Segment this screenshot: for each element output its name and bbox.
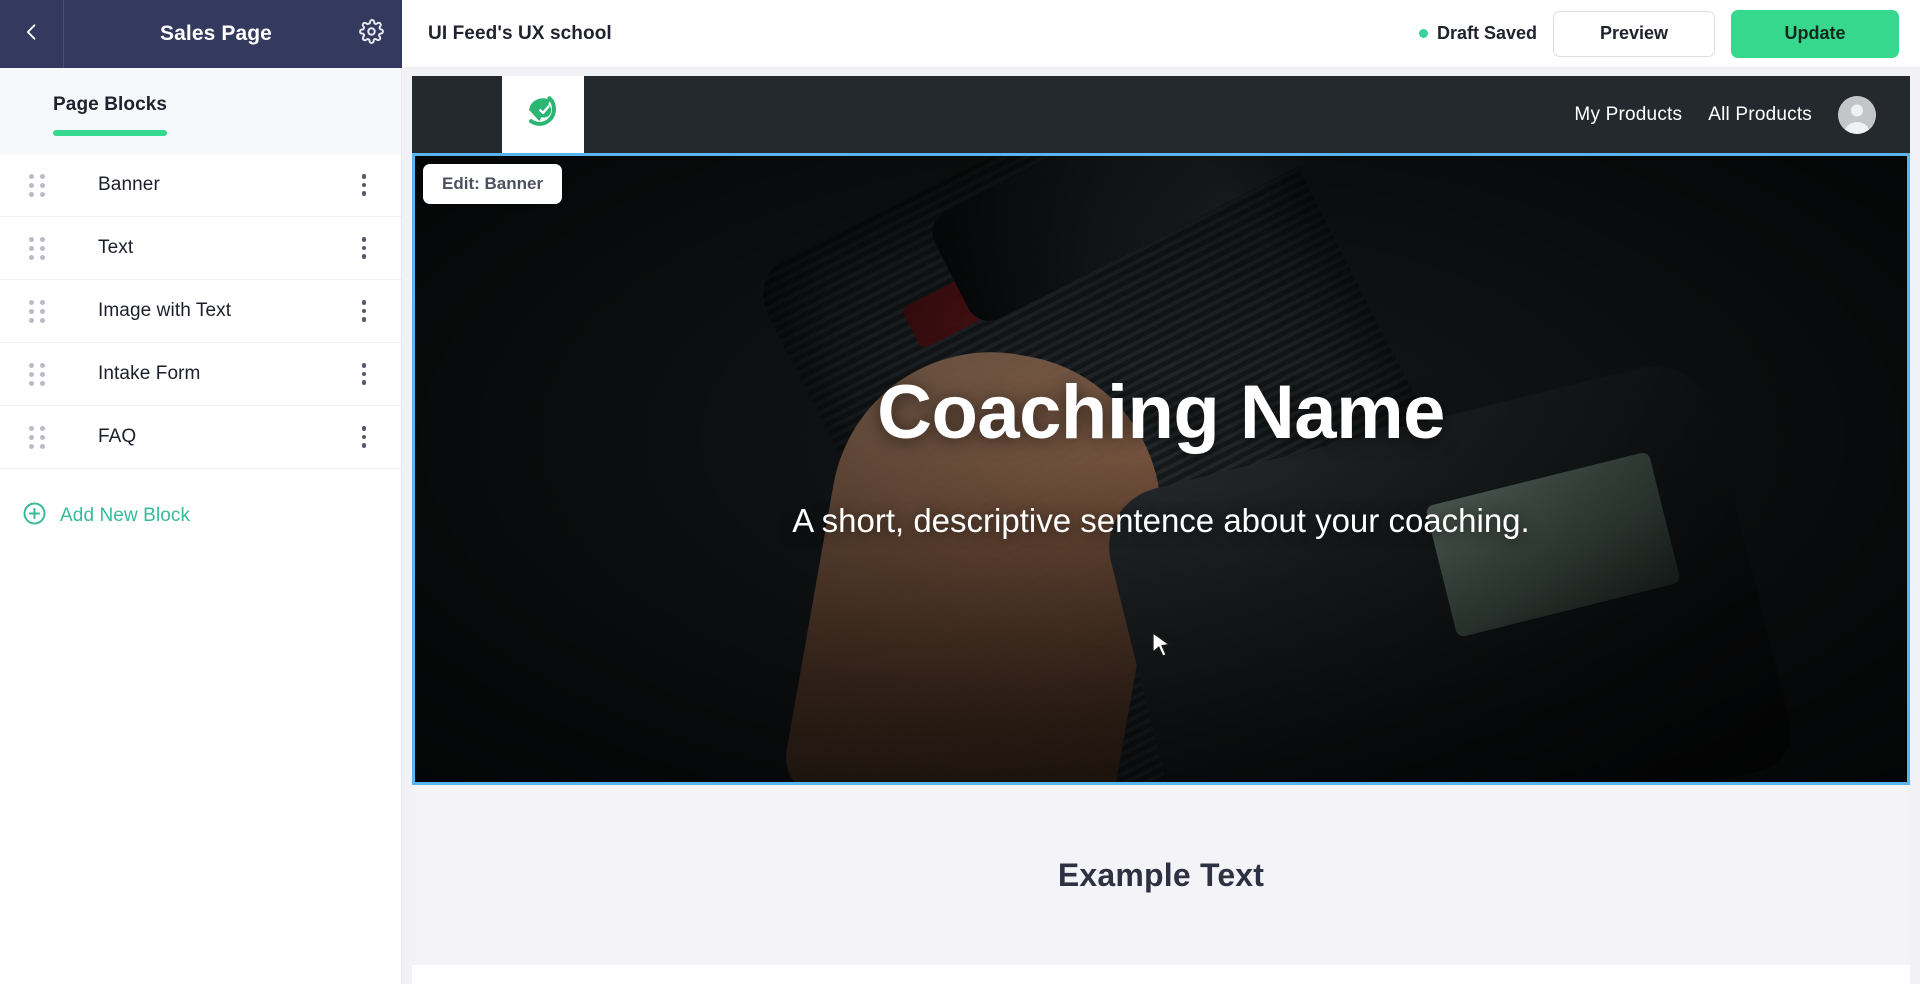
tab-page-blocks[interactable]: Page Blocks [53, 94, 168, 136]
kebab-menu-icon[interactable] [349, 174, 379, 196]
site-logo[interactable] [502, 76, 584, 153]
drag-handle-icon[interactable] [22, 425, 52, 449]
kebab-menu-icon[interactable] [349, 426, 379, 448]
panel-header: Sales Page [64, 0, 402, 68]
toolbar-actions: Draft Saved Preview Update [1418, 9, 1899, 58]
plus-circle-icon [22, 501, 47, 531]
block-row-banner[interactable]: Banner [0, 154, 401, 217]
block-label: FAQ [98, 426, 137, 447]
tab-page-blocks-label: Page Blocks [53, 94, 168, 115]
chevron-left-icon [22, 22, 42, 47]
sidebar-tabs: Page Blocks [0, 68, 401, 154]
draft-status: Draft Saved [1418, 23, 1537, 44]
page-blocks-list: Banner Text Image with Text Intake Form … [0, 154, 401, 469]
text-block-title: Example Text [1057, 856, 1265, 893]
top-bar: Sales Page UI Feed's UX school Draft Sav… [0, 0, 1920, 68]
site-preview: My Products All Products Edit: Banner Co… [412, 76, 1910, 984]
page-builder-app: Sales Page UI Feed's UX school Draft Sav… [0, 0, 1920, 984]
user-avatar-icon [1838, 95, 1876, 134]
product-title: UI Feed's UX school [428, 22, 612, 44]
block-row-faq[interactable]: FAQ [0, 406, 401, 469]
drag-handle-icon[interactable] [22, 236, 52, 260]
panel-title: Sales Page [160, 22, 272, 45]
preview-button[interactable]: Preview [1553, 10, 1715, 57]
sidebar: Page Blocks Banner Text Image with Text … [0, 68, 402, 984]
leaf-check-logo-icon [521, 90, 565, 139]
add-new-block-button[interactable]: Add New Block [0, 469, 401, 531]
block-row-intake-form[interactable]: Intake Form [0, 343, 401, 406]
block-row-text[interactable]: Text [0, 217, 401, 280]
kebab-menu-icon[interactable] [349, 363, 379, 385]
sidebar-empty-space [0, 531, 401, 984]
draft-status-label: Draft Saved [1436, 23, 1537, 43]
banner-title: Coaching Name [877, 369, 1445, 455]
settings-button[interactable] [340, 19, 402, 49]
banner-content: Coaching Name A short, descriptive sente… [415, 156, 1907, 782]
mouse-cursor-icon [1152, 631, 1171, 659]
block-label: Image with Text [98, 300, 232, 321]
back-button[interactable] [0, 0, 64, 68]
editor-body: Page Blocks Banner Text Image with Text … [0, 68, 1920, 984]
text-block[interactable]: Example Text [412, 785, 1910, 965]
edit-banner-label[interactable]: Edit: Banner [423, 164, 563, 204]
drag-handle-icon[interactable] [22, 299, 52, 323]
banner-subtitle: A short, descriptive sentence about your… [792, 501, 1530, 539]
editor-toolbar: UI Feed's UX school Draft Saved Preview … [402, 0, 1920, 68]
kebab-menu-icon[interactable] [349, 237, 379, 259]
block-label: Intake Form [98, 363, 201, 384]
kebab-menu-icon[interactable] [349, 300, 379, 322]
banner-block[interactable]: Edit: Banner Coaching Name A short, desc… [412, 153, 1910, 785]
update-button[interactable]: Update [1731, 9, 1899, 58]
drag-handle-icon[interactable] [22, 362, 52, 386]
site-nav-links: My Products All Products [1574, 95, 1876, 134]
block-row-image-with-text[interactable]: Image with Text [0, 280, 401, 343]
site-navbar: My Products All Products [412, 76, 1910, 153]
avatar[interactable] [1838, 95, 1876, 134]
preview-canvas: My Products All Products Edit: Banner Co… [402, 68, 1920, 984]
block-label: Banner [98, 174, 160, 195]
block-label: Text [98, 237, 134, 258]
tab-active-indicator [53, 130, 168, 136]
status-dot-icon [1418, 29, 1428, 38]
drag-handle-icon[interactable] [22, 173, 52, 197]
add-new-block-label: Add New Block [60, 505, 191, 526]
gear-icon [358, 19, 384, 49]
nav-link-all-products[interactable]: All Products [1708, 104, 1812, 126]
nav-link-my-products[interactable]: My Products [1574, 104, 1682, 126]
